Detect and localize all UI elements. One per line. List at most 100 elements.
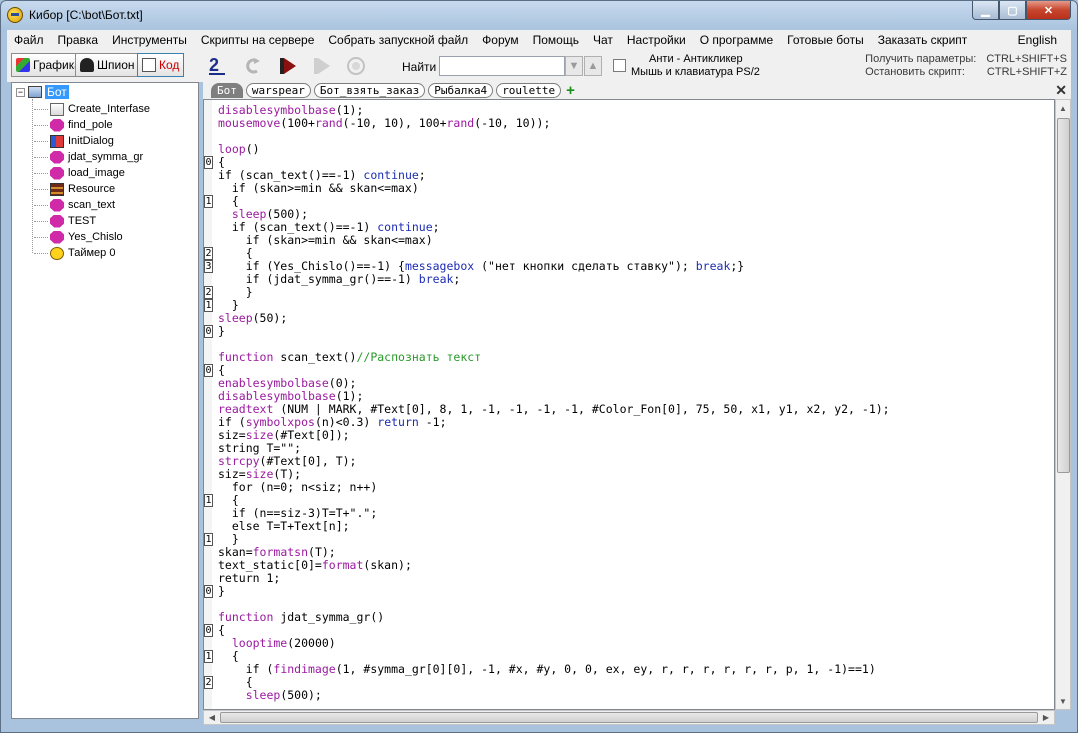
- find-up-button[interactable]: ▲: [584, 56, 602, 76]
- menu-help[interactable]: Помощь: [526, 33, 586, 47]
- code-line[interactable]: strcpy(#Text[0], T);: [204, 455, 1054, 468]
- code-line[interactable]: for (n=0; n<siz; n++): [204, 481, 1054, 494]
- menu-bar: Файл Правка Инструменты Скрипты на серве…: [7, 30, 1071, 50]
- code-line[interactable]: text_static[0]=format(skan);: [204, 559, 1054, 572]
- code-line[interactable]: looptime(20000): [204, 637, 1054, 650]
- code-line[interactable]: 0}: [204, 325, 1054, 338]
- vertical-scrollbar[interactable]: ▲ ▼: [1055, 99, 1071, 710]
- code-token: {: [218, 155, 225, 169]
- code-editor[interactable]: disablesymbolbase(1); mousemove(100+rand(…: [203, 99, 1055, 710]
- minimize-button[interactable]: ▁: [972, 1, 999, 20]
- tree-item[interactable]: find_pole: [34, 117, 113, 133]
- code-token: (1);: [335, 389, 364, 403]
- tree-item[interactable]: TEST: [34, 213, 96, 229]
- code-line[interactable]: if (skan>=min && skan<=max): [204, 182, 1054, 195]
- record-icon[interactable]: [345, 56, 367, 76]
- scroll-up-icon[interactable]: ▲: [1056, 100, 1070, 116]
- hotkey-hints: Получить параметры: CTRL+SHIFT+S Останов…: [865, 53, 1067, 79]
- spy-mode-button[interactable]: Шпион: [75, 53, 140, 77]
- tree-item[interactable]: Create_Interfase: [34, 101, 150, 117]
- code-line[interactable]: sleep(500);: [204, 689, 1054, 702]
- code-line[interactable]: 2 }: [204, 286, 1054, 299]
- vertical-scroll-thumb[interactable]: [1057, 118, 1070, 473]
- tree-item[interactable]: jdat_symma_gr: [34, 149, 143, 165]
- tab-bot[interactable]: Бот: [211, 83, 243, 98]
- close-tab-icon[interactable]: ✕: [1055, 82, 1067, 99]
- code-token: (): [245, 142, 260, 156]
- menu-file[interactable]: Файл: [7, 33, 51, 47]
- code-line[interactable]: [204, 130, 1054, 143]
- horizontal-scrollbar[interactable]: ◀ ▶: [203, 710, 1055, 725]
- code-line[interactable]: if (findimage(1, #symma_gr[0][0], -1, #x…: [204, 663, 1054, 676]
- anti-clicker-checkbox[interactable]: [613, 59, 626, 72]
- menu-ready-bots[interactable]: Готовые боты: [780, 33, 871, 47]
- tab-bot-take-order[interactable]: Бот_взять_заказ: [313, 83, 426, 98]
- tab-roulette[interactable]: roulette: [496, 83, 562, 98]
- find-input[interactable]: [439, 56, 565, 76]
- code-line[interactable]: return 1;: [204, 572, 1054, 585]
- menu-about[interactable]: О программе: [693, 33, 780, 47]
- hint-stop-script-keys: CTRL+SHIFT+Z: [986, 66, 1067, 78]
- code-line[interactable]: sleep(50);: [204, 312, 1054, 325]
- code-line[interactable]: 1 {: [204, 195, 1054, 208]
- app-logo-icon: [7, 7, 23, 23]
- tree-connector: [34, 156, 48, 158]
- scroll-down-icon[interactable]: ▼: [1056, 693, 1070, 709]
- find-down-button[interactable]: ▼: [565, 56, 583, 76]
- code-line[interactable]: 1 }: [204, 299, 1054, 312]
- code-line[interactable]: function scan_text()//Распознать текст: [204, 351, 1054, 364]
- code-line[interactable]: else T=T+Text[n];: [204, 520, 1054, 533]
- code-token: if (n==siz-3)T=T+".";: [218, 506, 378, 520]
- menu-tools[interactable]: Инструменты: [105, 33, 194, 47]
- compile-icon[interactable]: 2: [207, 56, 229, 76]
- tree-item[interactable]: Resource: [34, 181, 115, 197]
- tree-item[interactable]: Таймер 0: [34, 245, 115, 261]
- code-line[interactable]: if (jdat_symma_gr()==-1) break;: [204, 273, 1054, 286]
- menu-forum[interactable]: Форум: [475, 33, 525, 47]
- horizontal-scroll-thumb[interactable]: [220, 712, 1038, 723]
- tab-fishing4[interactable]: Рыбалка4: [428, 83, 494, 98]
- scroll-left-icon[interactable]: ◀: [204, 711, 220, 724]
- menu-order-script[interactable]: Заказать скрипт: [871, 33, 975, 47]
- tree-item[interactable]: load_image: [34, 165, 125, 181]
- tree-connector: [34, 220, 48, 222]
- tree-item[interactable]: InitDialog: [34, 133, 114, 149]
- nesting-marker: 2: [204, 676, 213, 689]
- code-line[interactable]: function jdat_symma_gr(): [204, 611, 1054, 624]
- code-token: sleep: [218, 311, 253, 325]
- code-line[interactable]: if (skan>=min && skan<=max): [204, 234, 1054, 247]
- run-icon[interactable]: [277, 56, 299, 76]
- tree-item-label: Create_Interfase: [68, 103, 150, 115]
- tree-root[interactable]: − Бот: [16, 85, 69, 99]
- menu-language[interactable]: English: [1011, 33, 1071, 47]
- code-content[interactable]: disablesymbolbase(1); mousemove(100+rand(…: [204, 104, 1054, 702]
- tree-item[interactable]: Yes_Chislo: [34, 229, 123, 245]
- add-tab-icon[interactable]: +: [566, 83, 575, 98]
- code-line[interactable]: mousemove(100+rand(-10, 10), 100+rand(-1…: [204, 117, 1054, 130]
- code-line[interactable]: siz=size(#Text[0]);: [204, 429, 1054, 442]
- collapse-icon[interactable]: −: [16, 87, 25, 97]
- nesting-marker: 0: [204, 325, 213, 338]
- code-line[interactable]: 0}: [204, 585, 1054, 598]
- tab-warspear[interactable]: warspear: [245, 83, 311, 98]
- code-line[interactable]: loop(): [204, 143, 1054, 156]
- close-button[interactable]: ✕: [1026, 1, 1071, 20]
- menu-settings[interactable]: Настройки: [620, 33, 693, 47]
- menu-chat[interactable]: Чат: [586, 33, 620, 47]
- scroll-right-icon[interactable]: ▶: [1038, 711, 1054, 724]
- menu-build-exe[interactable]: Собрать запускной файл: [321, 33, 475, 47]
- menu-edit[interactable]: Правка: [51, 33, 106, 47]
- code-line[interactable]: 2 {: [204, 676, 1054, 689]
- step-icon[interactable]: [311, 56, 333, 76]
- code-token: continue: [377, 220, 433, 234]
- menu-server-scripts[interactable]: Скрипты на сервере: [194, 33, 322, 47]
- tree-item[interactable]: scan_text: [34, 197, 115, 213]
- code-token: (50);: [252, 311, 288, 325]
- code-mode-button[interactable]: Код: [137, 53, 185, 77]
- code-token: }: [218, 532, 239, 546]
- code-token: continue: [363, 168, 419, 182]
- tree-item-label: jdat_symma_gr: [68, 151, 144, 163]
- maximize-button[interactable]: ▢: [999, 1, 1026, 20]
- undo-icon[interactable]: [241, 56, 263, 76]
- title-bar[interactable]: Кибор [C:\bot\Бот.txt] ▁ ▢ ✕: [1, 1, 1077, 29]
